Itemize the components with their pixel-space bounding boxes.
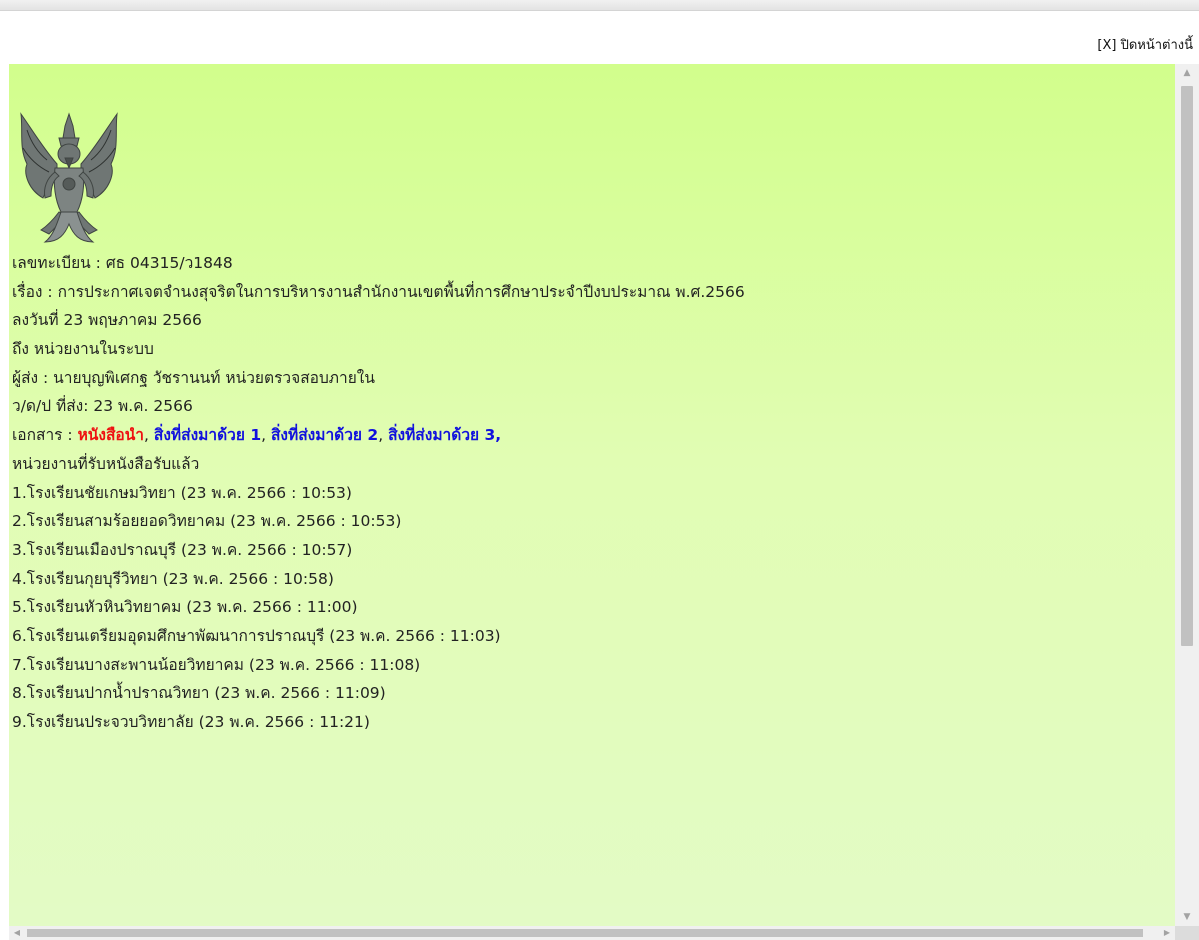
horizontal-scrollbar[interactable]: ◀ ▶ [9,926,1175,940]
list-item: 3.โรงเรียนเมืองปราณบุรี (23 พ.ค. 2566 : … [12,540,353,559]
document-details: เลขทะเบียน : ศธ 04315/ว1848 เรื่อง : การ… [12,249,745,737]
list-item: 7.โรงเรียนบางสะพานน้อยวิทยาคม (23 พ.ค. 2… [12,655,421,674]
document-subject: เรื่อง : การประกาศเจตจำนงสุจริตในการบริห… [12,282,745,301]
attachment-link-enclosure-2[interactable]: สิ่งที่ส่งมาด้วย 2 [271,426,378,444]
document-sender: ผู้ส่ง : นายบุญพิเศกฐ วัชรานนท์ หน่วยตรว… [12,368,375,387]
scroll-up-arrow-icon[interactable]: ▲ [1175,64,1199,82]
attachment-separator: , [261,426,271,445]
list-item: 8.โรงเรียนปากน้ำปราณวิทยา (23 พ.ค. 2566 … [12,684,386,703]
list-item: 4.โรงเรียนกุยบุรีวิทยา (23 พ.ค. 2566 : 1… [12,569,334,588]
vertical-scrollbar[interactable]: ▲ ▼ [1175,64,1199,926]
sent-date: ว/ด/ป ที่ส่ง: 23 พ.ค. 2566 [12,397,193,416]
attachments-row: เอกสาร : หนังสือนำ, สิ่งที่ส่งมาด้วย 1, … [12,421,745,450]
registration-number: เลขทะเบียน : ศธ 04315/ว1848 [12,254,233,272]
attachment-separator: , [378,426,389,445]
list-item: 9.โรงเรียนประจวบวิทยาลัย (23 พ.ค. 2566 :… [12,713,370,731]
attachments-label: เอกสาร : [12,426,78,445]
attachment-separator: , [495,426,502,445]
document-recipient: ถึง หน่วยงานในระบบ [12,340,154,359]
list-item: 6.โรงเรียนเตรียมอุดมศึกษาพัฒนาการปราณบุร… [12,626,501,645]
received-heading: หน่วยงานที่รับหนังสือรับแล้ว [12,454,200,473]
garuda-emblem-icon [20,112,118,243]
attachment-link-cover-letter[interactable]: หนังสือนำ [78,426,144,444]
close-window-link[interactable]: [X] ปิดหน้าต่างนี้ [1097,34,1193,55]
scroll-right-arrow-icon[interactable]: ▶ [1159,926,1175,940]
scroll-down-arrow-icon[interactable]: ▼ [1175,908,1199,926]
document-content: เลขทะเบียน : ศธ 04315/ว1848 เรื่อง : การ… [9,64,1173,926]
list-item: 2.โรงเรียนสามร้อยยอดวิทยาคม (23 พ.ค. 256… [12,512,402,531]
horizontal-scroll-thumb[interactable] [27,929,1143,937]
document-panel: เลขทะเบียน : ศธ 04315/ว1848 เรื่อง : การ… [9,64,1199,940]
document-date: ลงวันที่ 23 พฤษภาคม 2566 [12,311,202,330]
vertical-scroll-thumb[interactable] [1181,86,1193,646]
scroll-left-arrow-icon[interactable]: ◀ [9,926,25,940]
attachment-separator: , [144,426,154,445]
top-divider [0,0,1199,11]
list-item: 1.โรงเรียนชัยเกษมวิทยา (23 พ.ค. 2566 : 1… [12,483,352,502]
list-item: 5.โรงเรียนหัวหินวิทยาคม (23 พ.ค. 2566 : … [12,598,358,617]
attachment-link-enclosure-3[interactable]: สิ่งที่ส่งมาด้วย 3 [388,426,495,444]
scrollbar-corner [1175,926,1199,940]
attachment-link-enclosure-1[interactable]: สิ่งที่ส่งมาด้วย 1 [154,426,261,444]
